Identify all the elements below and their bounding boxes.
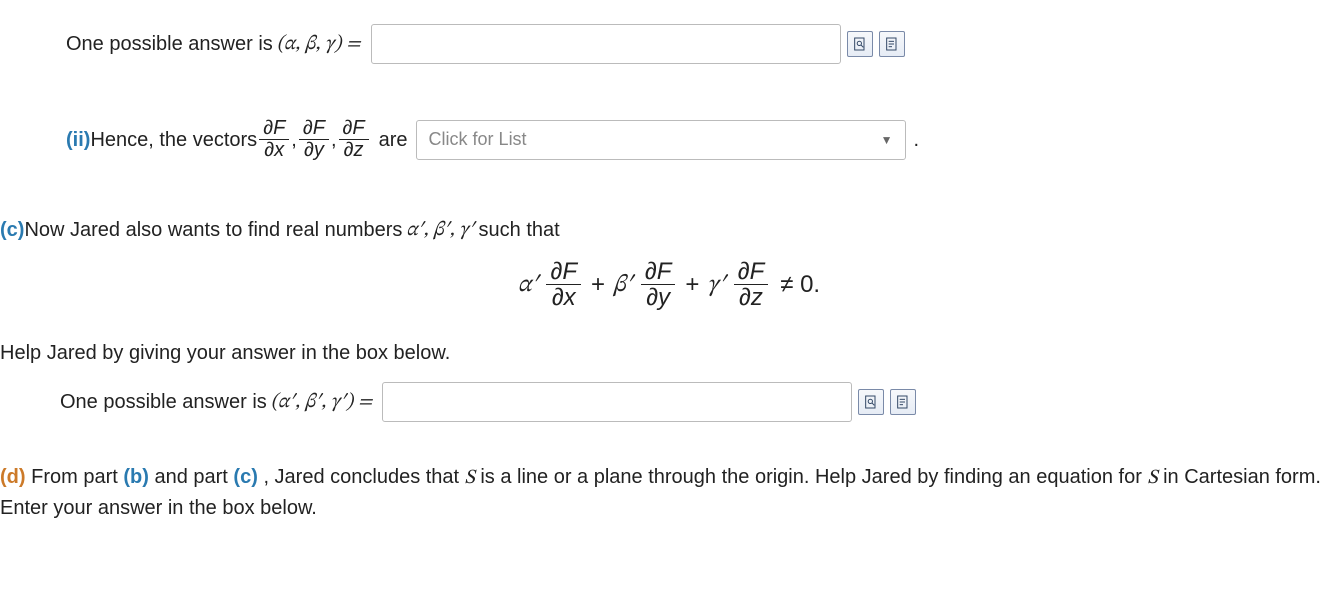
- part-d-block: (d) From part (b) and part (c) , Jared c…: [0, 462, 1338, 523]
- part-b-ii-are: are: [379, 125, 408, 155]
- part-d-t1: From part: [31, 466, 123, 488]
- dFdy-frac: ∂F ∂y: [299, 118, 329, 161]
- eq-dFdx: ∂F ∂x: [546, 259, 581, 310]
- part-b-ii-label: (ii): [66, 125, 90, 155]
- eq-dFdy: ∂F ∂y: [641, 259, 676, 310]
- part-c-answer-row: One possible answer is (α′, β′, γ′) =: [0, 382, 916, 422]
- chevron-down-icon: ▼: [881, 131, 893, 149]
- eq-beta: β′: [613, 267, 633, 303]
- part-d-label: (d): [0, 466, 26, 488]
- part-c-help-line: Help Jared by giving your answer in the …: [0, 338, 1338, 368]
- help-icon[interactable]: [890, 389, 916, 415]
- plus: +: [591, 267, 605, 303]
- part-c-label: (c): [0, 215, 24, 245]
- eq-gamma: γ′: [707, 267, 725, 303]
- part-c-ans-prefix: One possible answer is: [60, 387, 267, 417]
- part-c-line1: (c) Now Jared also wants to find real nu…: [0, 215, 560, 245]
- dFdz-frac: ∂F ∂z: [339, 118, 369, 161]
- part-d-t3: , Jared concludes that: [263, 466, 464, 488]
- part-b-i-prefix: One possible answer is: [66, 29, 273, 59]
- part-c-block: (c) Now Jared also wants to find real nu…: [0, 215, 1338, 422]
- preview-icon[interactable]: [858, 389, 884, 415]
- eq-neq-zero: ≠ 0.: [780, 267, 820, 303]
- part-c-math-abg: α′, β′, γ′: [406, 215, 474, 245]
- part-c-ans-tuple: (α′, β′, γ′) =: [271, 387, 372, 417]
- part-c-equation: α′ ∂F ∂x + β′ ∂F ∂y + γ′ ∂F ∂z ≠ 0.: [0, 259, 1338, 310]
- part-d-S2: S: [1147, 468, 1157, 488]
- part-b-ii-before: Hence, the vectors: [90, 125, 257, 155]
- part-b-i-tuple: (α, β, γ) =: [277, 29, 361, 59]
- preview-icon[interactable]: [847, 31, 873, 57]
- part-c-text-before: Now Jared also wants to find real number…: [24, 215, 402, 245]
- part-d-S1: S: [465, 468, 475, 488]
- part-c-answer-input[interactable]: [382, 382, 852, 422]
- help-icon[interactable]: [879, 31, 905, 57]
- dFdx-frac: ∂F ∂x: [259, 118, 289, 161]
- part-b-i-answer-input[interactable]: [371, 24, 841, 64]
- eq-alpha: α′: [518, 267, 539, 303]
- part-b-ref: (b): [123, 466, 149, 488]
- plus: +: [685, 267, 699, 303]
- comma: ,: [291, 125, 297, 155]
- part-c-text-after: such that: [479, 215, 560, 245]
- dropdown-placeholder: Click for List: [429, 126, 527, 153]
- eq-dFdz: ∂F ∂z: [734, 259, 769, 310]
- part-c-ref: (c): [233, 466, 257, 488]
- period: .: [914, 125, 920, 155]
- part-d-t4: is a line or a plane through the origin.…: [480, 466, 1147, 488]
- vectors-relation-dropdown[interactable]: Click for List ▼: [416, 120, 906, 160]
- part-d-t2: and part: [154, 466, 233, 488]
- comma: ,: [331, 125, 337, 155]
- part-b-i-answer-row: One possible answer is (α, β, γ) =: [0, 24, 905, 64]
- part-b-ii-row: (ii) Hence, the vectors ∂F ∂x , ∂F ∂y , …: [0, 118, 919, 161]
